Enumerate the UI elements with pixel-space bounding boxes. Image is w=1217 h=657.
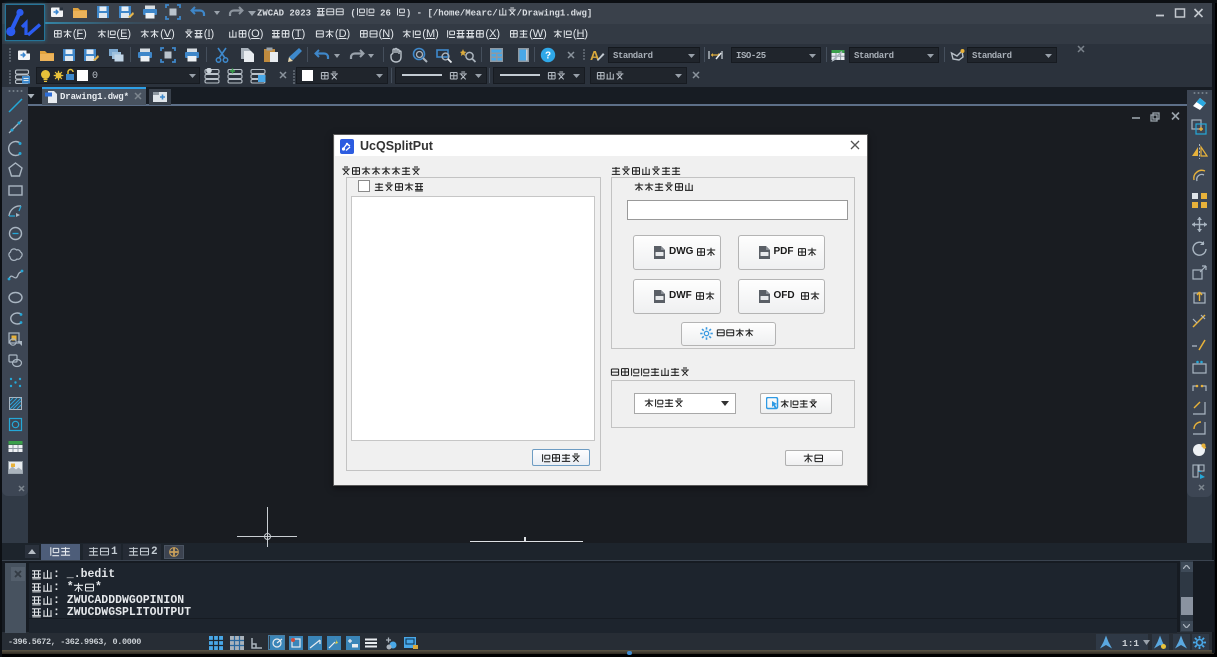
svg-text:A: A <box>590 48 600 63</box>
svg-text:?: ? <box>545 51 551 62</box>
